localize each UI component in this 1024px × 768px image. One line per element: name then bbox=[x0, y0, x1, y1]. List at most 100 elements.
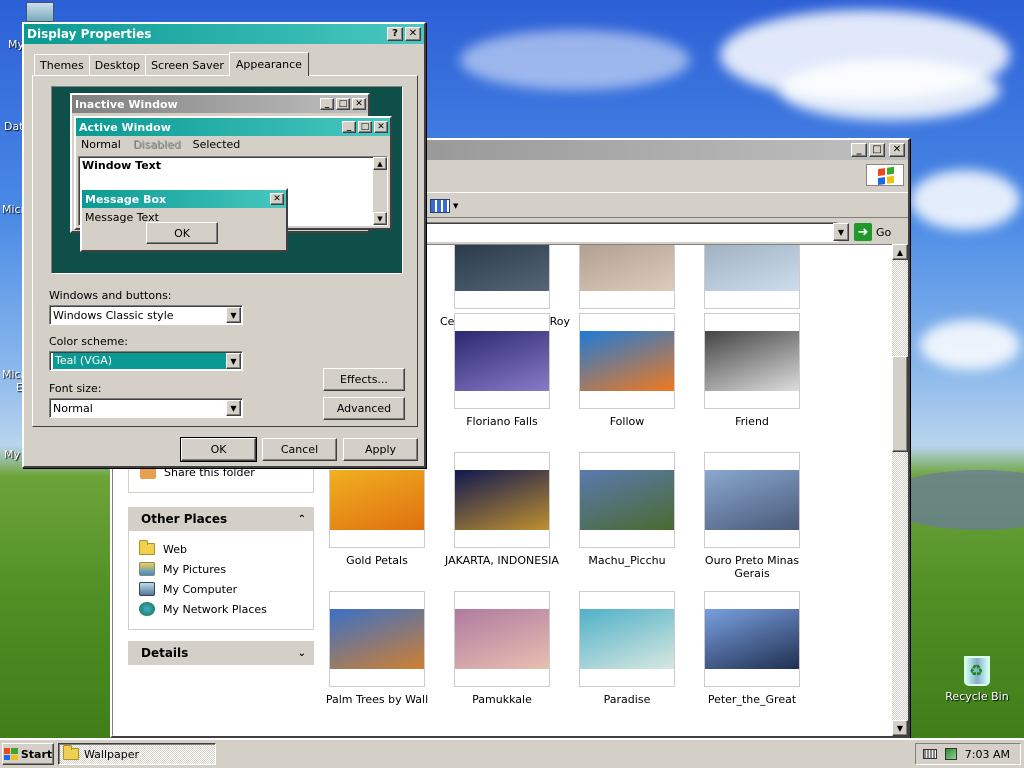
other-places-body: Web My Pictures My Computer My Network P… bbox=[128, 531, 314, 630]
thumbnail-frame bbox=[579, 591, 675, 687]
network-tray-icon[interactable] bbox=[944, 748, 957, 760]
dialog-titlebar[interactable]: Display Properties ? ✕ bbox=[24, 24, 424, 44]
close-icon: ✕ bbox=[270, 193, 284, 205]
tab-strip: Themes Desktop Screen Saver Appearance bbox=[34, 52, 309, 76]
other-places-item-my-computer[interactable]: My Computer bbox=[139, 579, 313, 599]
views-dropdown-icon: ▼ bbox=[453, 202, 459, 210]
preview-inactive-titlebar: Inactive Window _ □ ✕ bbox=[72, 95, 368, 113]
other-places-item-my-network-places[interactable]: My Network Places bbox=[139, 599, 313, 619]
thumbnail-image bbox=[580, 609, 674, 669]
thumbnail-frame bbox=[579, 452, 675, 548]
close-icon: ✕ bbox=[892, 144, 902, 155]
details-pane: Details ⌄ bbox=[128, 641, 314, 665]
thumbnail-frame bbox=[704, 452, 800, 548]
scroll-thumb[interactable] bbox=[892, 356, 908, 452]
chevron-down-icon[interactable]: ▼ bbox=[226, 353, 241, 369]
scroll-down-icon: ▼ bbox=[896, 723, 904, 733]
explorer-maximize-button[interactable]: □ bbox=[869, 143, 885, 157]
scroll-up-button[interactable]: ▲ bbox=[892, 244, 908, 260]
thumbnail-label: JAKARTA, INDONESIA bbox=[445, 554, 559, 567]
vertical-scrollbar[interactable]: ▲ ▼ bbox=[892, 244, 908, 736]
dialog-close-button[interactable]: ✕ bbox=[405, 27, 421, 41]
taskbar-button-wallpaper[interactable]: Wallpaper bbox=[58, 743, 216, 765]
expand-chevron-icon[interactable]: ⌄ bbox=[298, 648, 306, 659]
thumbnail-label: Palm Trees by Wall bbox=[325, 693, 429, 706]
start-button[interactable]: Start bbox=[2, 743, 54, 765]
tab-themes[interactable]: Themes bbox=[34, 54, 90, 76]
chevron-down-icon[interactable]: ▼ bbox=[226, 400, 241, 416]
color-scheme-select[interactable]: Teal (VGA) ▼ bbox=[49, 351, 243, 371]
windows-buttons-label: Windows and buttons: bbox=[49, 289, 172, 302]
start-label: Start bbox=[20, 747, 53, 761]
maximize-icon: □ bbox=[336, 98, 350, 110]
my-pictures-icon bbox=[139, 562, 155, 576]
tab-screen-saver[interactable]: Screen Saver bbox=[145, 54, 230, 76]
thumbnail-item[interactable]: Pamukkale bbox=[440, 591, 564, 706]
thumbnail-frame bbox=[704, 245, 800, 309]
keyboard-icon[interactable] bbox=[922, 749, 937, 759]
windows-logo-icon bbox=[866, 164, 904, 186]
other-places-header[interactable]: Other Places ⌃ bbox=[128, 507, 314, 531]
minimize-icon: _ bbox=[320, 98, 334, 110]
thumbnail-item[interactable]: Palm Trees by Wall bbox=[315, 591, 439, 706]
scroll-down-icon: ▼ bbox=[373, 212, 387, 225]
thumbnail-image bbox=[455, 245, 549, 291]
font-size-select[interactable]: Normal ▼ bbox=[49, 398, 243, 418]
go-button[interactable]: ➜ Go bbox=[854, 223, 891, 241]
thumbnail-item[interactable]: Floriano Falls bbox=[440, 313, 564, 428]
system-tray: 7:03 AM bbox=[915, 743, 1021, 765]
tab-desktop[interactable]: Desktop bbox=[88, 54, 147, 76]
scroll-down-button[interactable]: ▼ bbox=[892, 720, 908, 736]
chevron-down-icon[interactable]: ▼ bbox=[226, 307, 241, 323]
preview-active-title: Active Window bbox=[79, 120, 171, 134]
thumbnail-image bbox=[705, 609, 799, 669]
thumbnail-label: Paradise bbox=[603, 693, 651, 706]
ok-button[interactable]: OK bbox=[180, 437, 257, 462]
desktop-icon-label-my[interactable]: My bbox=[4, 448, 20, 461]
desktop-icon-top-left[interactable] bbox=[26, 2, 54, 22]
windows-flag-icon bbox=[3, 748, 18, 760]
thumbnail-item[interactable]: JAKARTA, INDONESIA bbox=[440, 452, 564, 567]
tab-appearance[interactable]: Appearance bbox=[228, 52, 309, 76]
maximize-icon: □ bbox=[358, 121, 372, 133]
clock[interactable]: 7:03 AM bbox=[965, 748, 1010, 761]
thumbnail-item[interactable]: Friend bbox=[690, 313, 814, 428]
cancel-button[interactable]: Cancel bbox=[262, 438, 337, 461]
effects-button[interactable]: Effects... bbox=[323, 368, 405, 391]
address-dropdown-button[interactable]: ▼ bbox=[833, 223, 849, 241]
desktop-icon-label-data[interactable]: Dat bbox=[4, 120, 24, 133]
thumbnail-item[interactable]: Peter_the_Great bbox=[690, 591, 814, 706]
views-button[interactable]: ▼ bbox=[430, 196, 462, 216]
appearance-preview: Inactive Window _ □ ✕ Active Window _ □ … bbox=[51, 86, 403, 274]
folder-icon bbox=[63, 745, 79, 760]
other-places-item-web[interactable]: Web bbox=[139, 539, 313, 559]
details-header[interactable]: Details ⌄ bbox=[128, 641, 314, 665]
apply-button[interactable]: Apply bbox=[343, 438, 418, 461]
thumbnail-label: Ouro Preto Minas Gerais bbox=[704, 554, 800, 580]
other-places-item-my-pictures[interactable]: My Pictures bbox=[139, 559, 313, 579]
explorer-minimize-button[interactable]: _ bbox=[851, 143, 867, 157]
thumbnail-item[interactable]: Ouro Preto Minas Gerais bbox=[690, 452, 814, 580]
advanced-button[interactable]: Advanced bbox=[323, 397, 405, 420]
preview-menu-disabled: Disabled bbox=[132, 137, 181, 151]
scroll-up-icon: ▲ bbox=[373, 157, 387, 170]
taskbar: Start Wallpaper 7:03 AM bbox=[0, 738, 1024, 768]
color-scheme-label: Color scheme: bbox=[49, 335, 128, 348]
thumbnail-item[interactable]: Machu_Picchu bbox=[565, 452, 689, 567]
other-places-item-label: My Computer bbox=[163, 582, 238, 596]
windows-buttons-select[interactable]: Windows Classic style ▼ bbox=[49, 305, 243, 325]
explorer-close-button[interactable]: ✕ bbox=[889, 143, 905, 157]
thumbnail-label: Follow bbox=[609, 415, 645, 428]
thumbnail-item[interactable]: Paradise bbox=[565, 591, 689, 706]
thumbnail-label: Gold Petals bbox=[346, 554, 408, 567]
help-button[interactable]: ? bbox=[387, 27, 403, 41]
thumbnail-item[interactable]: Follow bbox=[565, 313, 689, 428]
thumbnail-item[interactable]: Gold Petals bbox=[315, 452, 439, 567]
maximize-icon: □ bbox=[872, 144, 882, 155]
preview-msgbox-title: Message Box bbox=[85, 192, 167, 206]
thumbnail-frame bbox=[579, 313, 675, 409]
collapse-chevron-icon[interactable]: ⌃ bbox=[298, 514, 306, 525]
thumbnail-image bbox=[705, 470, 799, 530]
recycle-bin[interactable]: Recycle Bin bbox=[944, 656, 1010, 703]
help-icon: ? bbox=[392, 28, 398, 39]
